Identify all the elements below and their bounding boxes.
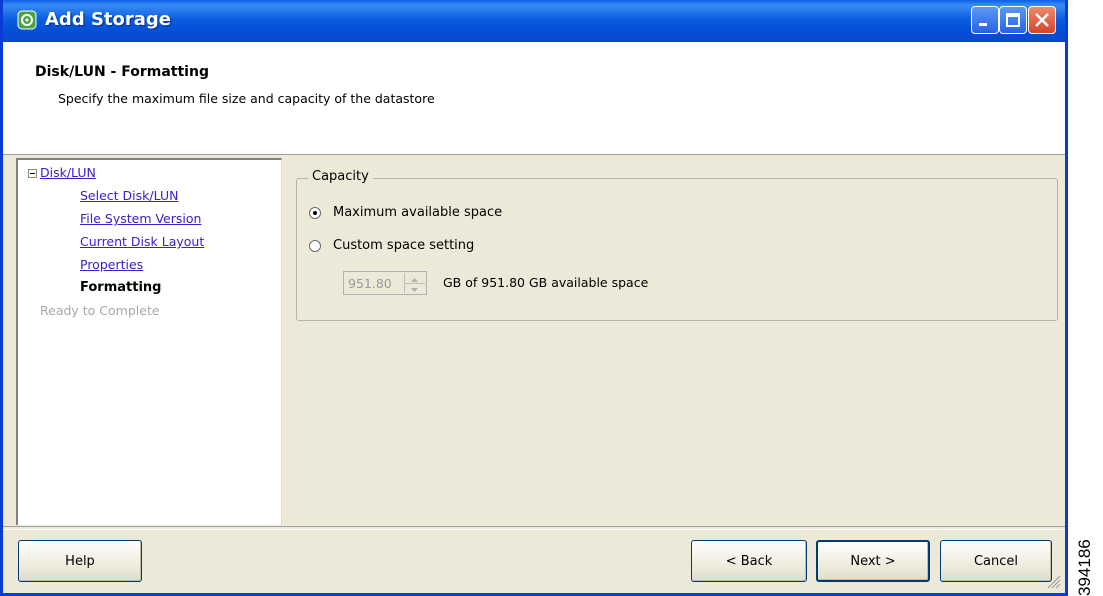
resize-grip-icon[interactable]	[1045, 573, 1061, 589]
footer-divider	[3, 526, 1065, 530]
minimize-button[interactable]	[971, 6, 999, 34]
next-button[interactable]: Next >	[816, 540, 930, 582]
back-button-label: < Back	[725, 553, 773, 569]
nav-item-properties[interactable]: Properties	[80, 257, 143, 272]
available-space-text: GB of 951.80 GB available space	[443, 275, 649, 290]
formatting-panel: Capacity Maximum available space Custom …	[285, 158, 1065, 525]
page-title: Disk/LUN - Formatting	[35, 64, 209, 80]
nav-item-select-disk-lun[interactable]: Select Disk/LUN	[80, 188, 178, 203]
custom-space-stepper: 951.80	[343, 271, 427, 295]
custom-space-option[interactable]: Custom space setting	[309, 238, 474, 253]
cancel-button[interactable]: Cancel	[940, 540, 1052, 582]
add-storage-window: Add Storage Disk/LUN - Formatting Specif…	[0, 0, 1068, 596]
storage-icon	[17, 10, 37, 30]
stepper-up-icon	[405, 273, 425, 283]
close-button[interactable]	[1028, 6, 1056, 34]
wizard-steps-tree: Disk/LUN Select Disk/LUN File System Ver…	[16, 158, 282, 525]
cancel-button-label: Cancel	[973, 553, 1019, 569]
maximize-button[interactable]	[999, 6, 1027, 34]
maximize-icon	[1006, 13, 1020, 27]
wizard-body: Disk/LUN Select Disk/LUN File System Ver…	[3, 155, 1065, 525]
title-bar[interactable]: Add Storage	[3, 0, 1065, 43]
custom-space-value: 951.80	[348, 276, 392, 291]
nav-item-formatting: Formatting	[80, 280, 162, 295]
next-button-label: Next >	[850, 553, 896, 569]
figure-id: 394186	[1075, 539, 1094, 596]
wizard-header: Disk/LUN - Formatting Specify the maximu…	[3, 42, 1065, 155]
maximum-space-radio[interactable]	[309, 206, 321, 219]
help-button[interactable]: Help	[18, 540, 142, 582]
window-title: Add Storage	[45, 9, 172, 30]
help-button-label: Help	[65, 553, 95, 569]
custom-space-label: Custom space setting	[333, 238, 475, 253]
nav-item-file-system-version[interactable]: File System Version	[80, 211, 201, 226]
page-subtitle: Specify the maximum file size and capaci…	[58, 91, 435, 106]
maximum-space-option[interactable]: Maximum available space	[309, 205, 502, 220]
capacity-legend: Capacity	[308, 169, 373, 184]
back-button[interactable]: < Back	[691, 540, 807, 582]
minimize-icon	[979, 23, 987, 26]
nav-item-current-disk-layout[interactable]: Current Disk Layout	[80, 234, 204, 249]
close-icon	[1035, 13, 1049, 27]
custom-space-radio[interactable]	[309, 239, 321, 252]
capacity-groupbox: Capacity Maximum available space Custom …	[296, 169, 1058, 321]
stepper-buttons	[404, 273, 425, 293]
collapse-icon[interactable]	[28, 169, 37, 178]
nav-item-ready-to-complete: Ready to Complete	[40, 303, 160, 318]
maximum-space-label: Maximum available space	[333, 205, 503, 220]
nav-group-disk-lun[interactable]: Disk/LUN	[40, 165, 96, 180]
stepper-down-icon	[405, 283, 425, 293]
